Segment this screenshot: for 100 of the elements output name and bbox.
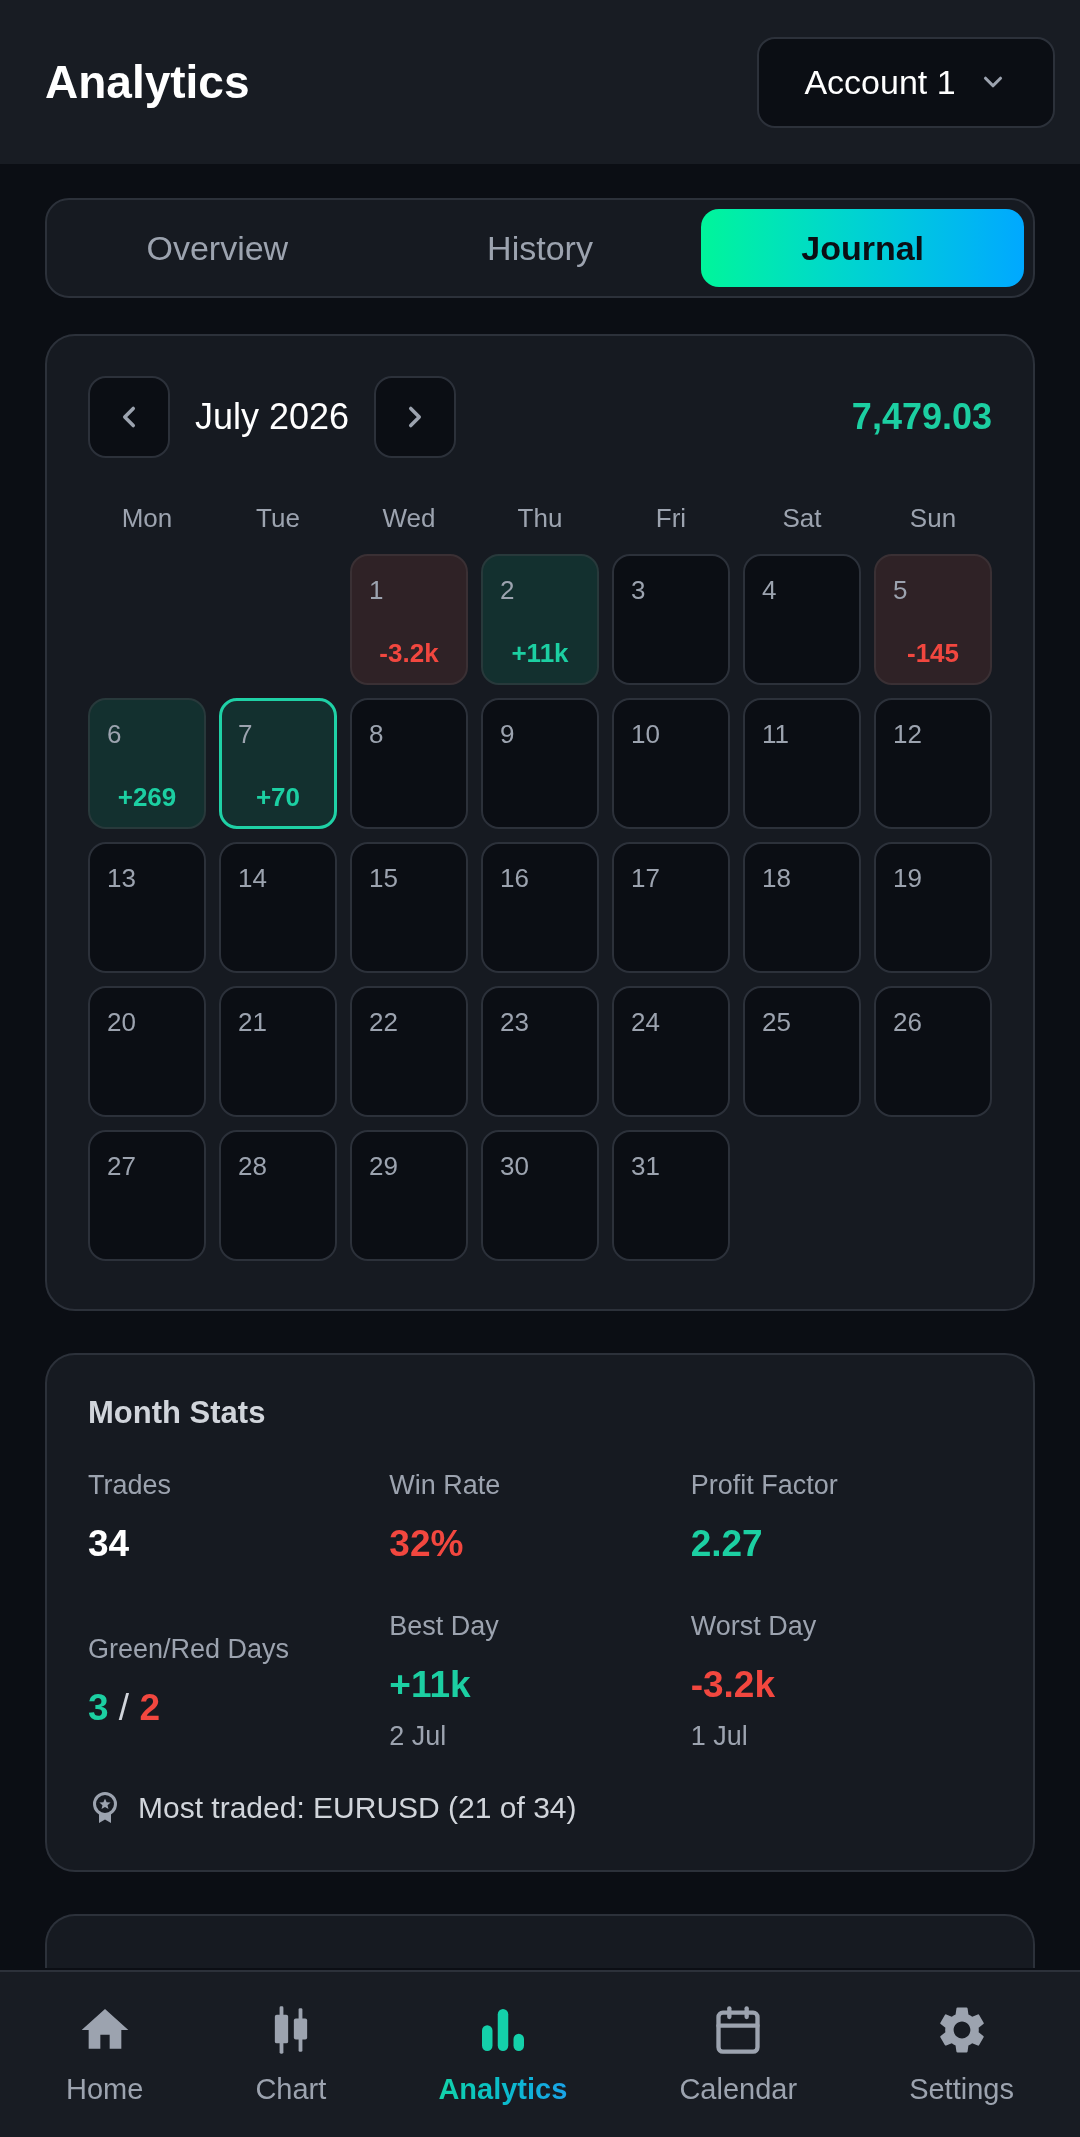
stat-value: 2.27 bbox=[690, 1522, 763, 1566]
day-number: 27 bbox=[107, 1150, 137, 1182]
day-number: 13 bbox=[107, 862, 137, 894]
day-cell[interactable]: 9 bbox=[481, 698, 599, 829]
month-total: 7,479.03 bbox=[851, 395, 992, 439]
day-cell[interactable]: 5 -145 bbox=[874, 554, 992, 685]
day-cell[interactable]: 7 +70 bbox=[219, 698, 337, 829]
day-cell[interactable]: 20 bbox=[88, 986, 206, 1117]
day-cell[interactable]: 26 bbox=[874, 986, 992, 1117]
day-cell[interactable]: 27 bbox=[88, 1130, 206, 1261]
day-cell[interactable]: 15 bbox=[350, 842, 468, 973]
day-cell[interactable]: 30 bbox=[481, 1130, 599, 1261]
day-number: 17 bbox=[631, 862, 661, 894]
medal-icon bbox=[92, 1792, 118, 1824]
day-number: 25 bbox=[762, 1006, 792, 1038]
day-cell[interactable]: 21 bbox=[219, 986, 337, 1117]
stat-value: -3.2k bbox=[690, 1663, 775, 1707]
day-cell[interactable]: 23 bbox=[481, 986, 599, 1117]
day-number: 31 bbox=[631, 1150, 661, 1182]
day-number: 29 bbox=[369, 1150, 399, 1182]
day-number: 5 bbox=[893, 574, 909, 606]
stat-value: +11k bbox=[389, 1663, 471, 1707]
day-number: 16 bbox=[500, 862, 530, 894]
tab[interactable]: Overview bbox=[56, 209, 379, 287]
day-cell[interactable]: 6 +269 bbox=[88, 698, 206, 829]
day-number: 1 bbox=[369, 574, 385, 606]
previous-month-button[interactable] bbox=[88, 376, 170, 458]
day-pnl: -3.2k bbox=[379, 637, 439, 669]
day-number: 20 bbox=[107, 1006, 137, 1038]
weekday-label: Thu bbox=[516, 502, 564, 535]
most-traded-text: Most traded: EURUSD (21 of 34) bbox=[138, 1790, 577, 1826]
stat-label: Profit Factor bbox=[690, 1469, 839, 1501]
weekday-label: Fri bbox=[654, 502, 688, 535]
weekday-label: Mon bbox=[120, 502, 174, 535]
section-title: Month Stats bbox=[88, 1395, 267, 1431]
stat-label: Best Day bbox=[389, 1610, 500, 1642]
day-number: 14 bbox=[238, 862, 268, 894]
stat-label: Win Rate bbox=[389, 1469, 502, 1501]
tab[interactable]: History bbox=[378, 209, 702, 287]
stat-value: 32% bbox=[389, 1522, 464, 1566]
weekday-label: Sun bbox=[908, 502, 958, 535]
stat-date: 1 Jul bbox=[690, 1720, 748, 1752]
day-cell[interactable]: 11 bbox=[743, 698, 861, 829]
day-number: 4 bbox=[762, 574, 778, 606]
day-number: 22 bbox=[369, 1006, 399, 1038]
day-cell[interactable]: 24 bbox=[612, 986, 730, 1117]
stat-label: Green/Red Days bbox=[88, 1632, 291, 1665]
account-dropdown[interactable]: Account 1 bbox=[757, 36, 1055, 128]
tab[interactable]: Journal bbox=[701, 209, 1024, 287]
day-number: 6 bbox=[107, 718, 123, 750]
day-number: 7 bbox=[238, 718, 254, 750]
day-cell[interactable]: 17 bbox=[612, 842, 730, 973]
day-number: 18 bbox=[762, 862, 792, 894]
day-number: 15 bbox=[369, 862, 399, 894]
stat-value: 34 bbox=[88, 1522, 130, 1566]
day-cell[interactable]: 4 bbox=[743, 554, 861, 685]
day-pnl: +269 bbox=[117, 781, 177, 813]
day-cell[interactable]: 14 bbox=[219, 842, 337, 973]
next-month-button[interactable] bbox=[374, 376, 457, 458]
day-number: 2 bbox=[500, 574, 516, 606]
day-cell[interactable]: 28 bbox=[219, 1130, 337, 1261]
day-cell[interactable]: 18 bbox=[743, 842, 861, 973]
weekday-label: Tue bbox=[255, 502, 301, 535]
day-number: 11 bbox=[762, 718, 790, 750]
stat-label: Trades bbox=[88, 1469, 173, 1501]
day-cell[interactable]: 13 bbox=[88, 842, 206, 973]
day-cell[interactable]: 2 +11k bbox=[481, 554, 599, 685]
day-number: 8 bbox=[369, 718, 385, 750]
bar-chart-icon bbox=[481, 2009, 524, 2051]
nav-item[interactable]: Calendar bbox=[671, 1998, 806, 2106]
day-pnl: +11k bbox=[511, 637, 569, 669]
day-cell[interactable]: 8 bbox=[350, 698, 468, 829]
day-pnl: +70 bbox=[255, 781, 301, 813]
day-number: 26 bbox=[893, 1006, 923, 1038]
page-title: Analytics bbox=[45, 54, 250, 110]
nav-item[interactable]: Home bbox=[58, 1998, 152, 2106]
weekday-label: Sat bbox=[781, 502, 823, 535]
nav-item[interactable]: Analytics bbox=[430, 1998, 576, 2106]
nav-item[interactable]: Settings bbox=[901, 1998, 1022, 2106]
day-cell[interactable]: 29 bbox=[350, 1130, 468, 1261]
day-cell[interactable]: 10 bbox=[612, 698, 730, 829]
day-cell[interactable]: 22 bbox=[350, 986, 468, 1117]
day-cell[interactable]: 16 bbox=[481, 842, 599, 973]
month-label: July 2026 bbox=[195, 395, 350, 439]
day-cell[interactable]: 3 bbox=[612, 554, 730, 685]
day-number: 9 bbox=[500, 718, 516, 750]
day-number: 12 bbox=[893, 718, 923, 750]
stat-value: 3 / 2 bbox=[88, 1685, 160, 1730]
day-cell[interactable]: 25 bbox=[743, 986, 861, 1117]
day-cell[interactable]: 31 bbox=[612, 1130, 730, 1261]
day-number: 10 bbox=[631, 718, 661, 750]
stat-date: 2 Jul bbox=[389, 1720, 447, 1752]
day-number: 19 bbox=[893, 862, 923, 894]
nav-item[interactable]: Chart bbox=[247, 1998, 335, 2106]
day-cell[interactable]: 12 bbox=[874, 698, 992, 829]
day-number: 21 bbox=[238, 1006, 268, 1038]
day-number: 24 bbox=[631, 1006, 661, 1038]
day-cell[interactable]: 1 -3.2k bbox=[350, 554, 468, 685]
stat-label: Worst Day bbox=[690, 1610, 818, 1642]
day-cell[interactable]: 19 bbox=[874, 842, 992, 973]
